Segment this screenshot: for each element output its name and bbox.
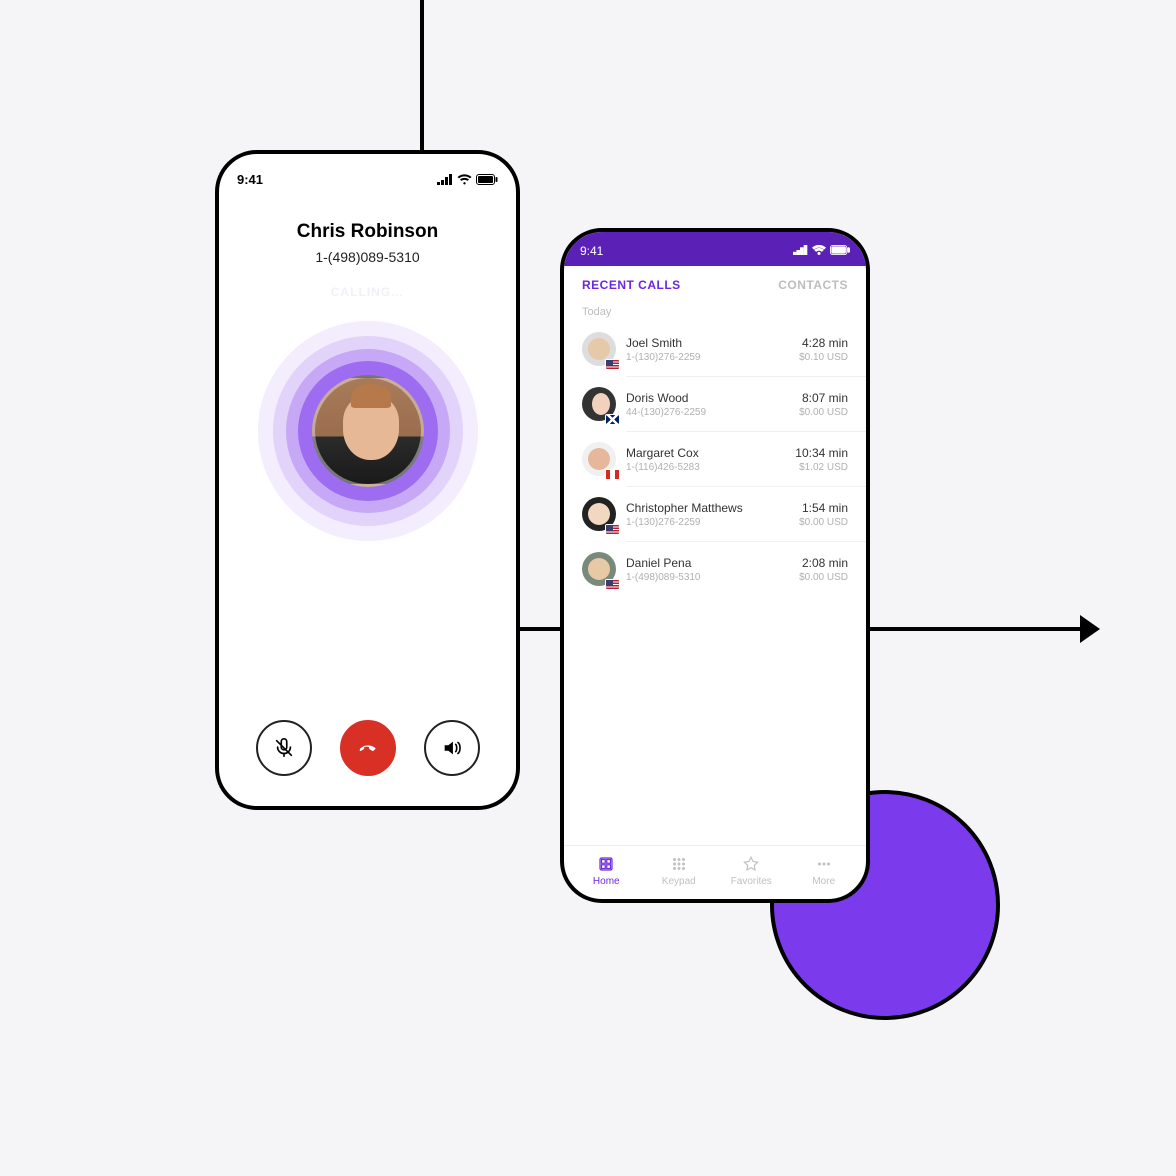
call-status: CALLING…	[237, 285, 498, 299]
tabbar-home-label: Home	[593, 876, 620, 887]
more-icon	[788, 854, 861, 874]
call-row[interactable]: Joel Smith 1-(130)276-2259 4:28 min $0.10 …	[564, 322, 866, 376]
tabbar-more-label: More	[812, 876, 835, 887]
avatar	[582, 552, 616, 586]
mic-off-icon	[273, 737, 295, 759]
row-duration: 8:07 min	[799, 391, 848, 405]
tabbar-favorites[interactable]: Favorites	[715, 854, 788, 887]
star-icon	[715, 854, 788, 874]
row-name: Doris Wood	[626, 391, 789, 405]
flag-us-icon	[605, 524, 620, 535]
tab-recent-calls[interactable]: RECENT CALLS	[582, 278, 681, 292]
flag-us-icon	[605, 359, 620, 370]
row-cost: $0.10 USD	[799, 352, 848, 363]
row-number: 1-(116)426-5283	[626, 462, 785, 473]
tabbar-favorites-label: Favorites	[731, 876, 772, 887]
flag-ca-icon	[605, 469, 620, 480]
keypad-icon	[643, 854, 716, 874]
segmented-tabs: RECENT CALLS CONTACTS	[564, 266, 866, 300]
tab-bar: Home Keypad Favorites More	[564, 845, 866, 899]
row-duration: 10:34 min	[795, 446, 848, 460]
tabbar-home[interactable]: Home	[570, 854, 643, 887]
call-actions	[237, 720, 498, 784]
tab-contacts[interactable]: CONTACTS	[778, 278, 848, 292]
row-duration: 4:28 min	[799, 336, 848, 350]
tabbar-keypad-label: Keypad	[662, 876, 696, 887]
flag-us-icon	[605, 579, 620, 590]
avatar	[582, 387, 616, 421]
status-time: 9:41	[580, 244, 603, 258]
status-bar: 9:41	[564, 232, 866, 266]
row-cost: $0.00 USD	[799, 517, 848, 528]
row-number: 44-(130)276-2259	[626, 407, 789, 418]
avatar-pulse	[258, 321, 478, 541]
status-time: 9:41	[237, 172, 263, 187]
wifi-icon	[457, 174, 472, 185]
phone-recent-calls: 9:41 RECENT CALLS CONTACTS Today Joel Sm…	[560, 228, 870, 903]
wifi-icon	[812, 244, 826, 258]
decorative-line-top	[420, 0, 424, 160]
row-number: 1-(130)276-2259	[626, 517, 789, 528]
row-name: Christopher Matthews	[626, 501, 789, 515]
row-cost: $0.00 USD	[799, 572, 848, 583]
speaker-button[interactable]	[424, 720, 480, 776]
flag-uk-icon	[605, 414, 620, 425]
battery-icon	[476, 174, 498, 185]
mute-button[interactable]	[256, 720, 312, 776]
battery-icon	[830, 244, 850, 258]
row-cost: $1.02 USD	[795, 462, 848, 473]
row-name: Margaret Cox	[626, 446, 785, 460]
row-cost: $0.00 USD	[799, 407, 848, 418]
call-row[interactable]: Daniel Pena 1-(498)089-5310 2:08 min $0.00…	[564, 542, 866, 596]
home-icon	[570, 854, 643, 874]
tabbar-keypad[interactable]: Keypad	[643, 854, 716, 887]
avatar	[312, 375, 424, 487]
avatar	[582, 497, 616, 531]
phone-hangup-icon	[357, 737, 379, 759]
call-row[interactable]: Doris Wood 44-(130)276-2259 8:07 min $0.00…	[564, 377, 866, 431]
avatar	[582, 332, 616, 366]
row-name: Joel Smith	[626, 336, 789, 350]
row-number: 1-(130)276-2259	[626, 352, 789, 363]
callee-name: Chris Robinson	[237, 221, 498, 243]
row-name: Daniel Pena	[626, 556, 789, 570]
arrow-right-icon	[1080, 615, 1100, 643]
callee-number: 1-(498)089-5310	[237, 249, 498, 265]
phone-calling: 9:41 Chris Robinson 1-(498)089-5310 CALL…	[215, 150, 520, 810]
call-row[interactable]: Margaret Cox 1-(116)426-5283 10:34 min $1.…	[564, 432, 866, 486]
section-today: Today	[564, 300, 866, 322]
avatar	[582, 442, 616, 476]
signal-icon	[437, 174, 453, 185]
signal-icon	[793, 244, 808, 258]
recent-rows: Joel Smith 1-(130)276-2259 4:28 min $0.10 …	[564, 322, 866, 845]
tabbar-more[interactable]: More	[788, 854, 861, 887]
row-duration: 1:54 min	[799, 501, 848, 515]
end-call-button[interactable]	[340, 720, 396, 776]
call-row[interactable]: Christopher Matthews 1-(130)276-2259 1:54…	[564, 487, 866, 541]
speaker-icon	[441, 737, 463, 759]
row-number: 1-(498)089-5310	[626, 572, 789, 583]
row-duration: 2:08 min	[799, 556, 848, 570]
status-bar: 9:41	[237, 172, 498, 187]
